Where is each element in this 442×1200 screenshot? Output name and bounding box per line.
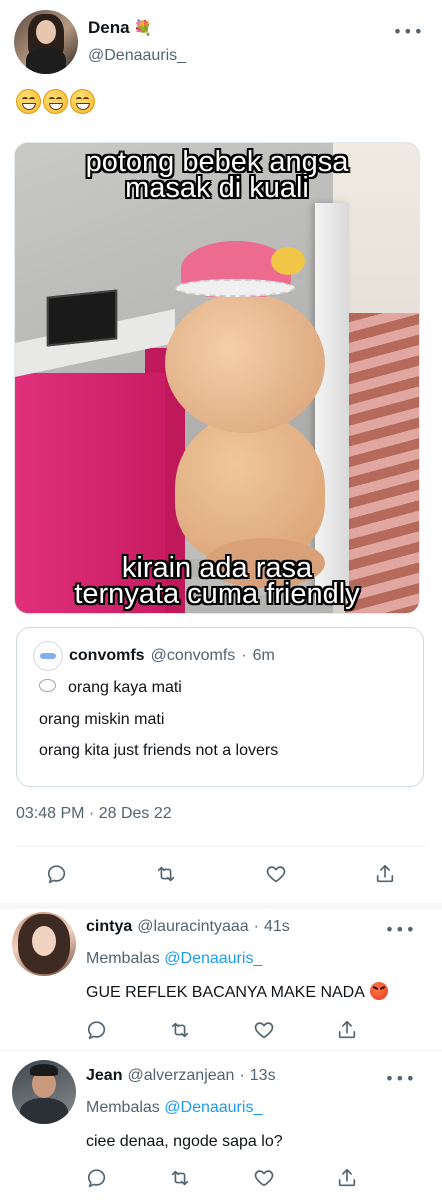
thought-bubble-icon [39,679,56,693]
reply-author-name[interactable]: Jean [86,1067,122,1085]
more-options-icon[interactable]: ••• [385,922,416,938]
share-icon[interactable] [334,1165,360,1191]
reply-tweet[interactable]: Jean @alverzanjean · 13s ••• Membalas @D… [0,1051,442,1200]
reply-icon[interactable] [44,861,70,887]
quoted-tweet[interactable]: convomfs @convomfs · 6m orang kaya mati … [16,627,424,787]
reply-author-handle[interactable]: @lauracintyaaa [137,918,248,936]
like-icon[interactable] [251,1165,277,1191]
reply-icon[interactable] [84,1017,110,1043]
meme-caption-bottom: kirain ada rasa ternyata cuma friendly [74,552,360,610]
reply-tweet[interactable]: cintya @lauracintyaaa · 41s ••• Membalas… [0,909,442,1049]
author-name-line[interactable]: Dena 💐 [88,18,152,38]
like-icon[interactable] [263,861,289,887]
retweet-icon[interactable] [167,1165,193,1191]
separator-dot: · [239,1067,245,1084]
reply-author-avatar[interactable] [12,912,76,976]
reply-time[interactable]: 41s [264,918,290,936]
tweet-actions [44,861,398,887]
angry-face-icon [370,982,389,1000]
retweet-icon[interactable] [153,861,179,887]
tweet-header: Dena 💐 @Denaauris_ ••• [14,10,428,76]
quoted-tweet-header: convomfs @convomfs · 6m [33,641,275,671]
quoted-line: orang kita just friends not a lovers [39,742,279,759]
reply-author-avatar[interactable] [12,1060,76,1124]
bouquet-icon: 💐 [133,19,153,37]
retweet-icon[interactable] [167,1017,193,1043]
quoted-author-handle: @convomfs [150,647,236,664]
tweet-text [16,89,95,114]
more-options-icon[interactable]: ••• [385,1071,416,1087]
reply-text: GUE REFLEK BACANYA MAKE NADA [86,982,389,1002]
reply-text: ciee denaa, ngode sapa lo? [86,1133,283,1150]
reply-author-handle[interactable]: @alverzanjean [127,1067,234,1085]
meme-caption-top: potong bebek angsa masak di kuali [85,146,349,204]
share-icon[interactable] [334,1017,360,1043]
quoted-line: orang miskin mati [39,711,165,728]
reply-actions [84,1165,360,1191]
reply-header: cintya @lauracintyaaa · 41s [86,918,290,936]
reply-header: Jean @alverzanjean · 13s [86,1067,276,1085]
sign-board [46,289,118,347]
author-avatar[interactable] [14,10,78,74]
mention-link[interactable]: @Denaauris_ [164,1099,262,1116]
reply-author-name[interactable]: cintya [86,918,132,936]
plush-bear [165,293,325,433]
reply-icon[interactable] [84,1165,110,1191]
quoted-line: orang kaya mati [39,679,182,697]
separator-dot: · [241,647,247,664]
replying-to: Membalas @Denaauris_ [86,1099,263,1116]
grinning-face-icon [43,89,68,114]
mention-link[interactable]: @Denaauris_ [164,950,262,967]
quoted-author-avatar [33,641,63,671]
tweet-image[interactable]: potong bebek angsa masak di kuali kirain … [14,142,420,614]
share-icon[interactable] [372,861,398,887]
quoted-time: 6m [252,647,275,664]
reply-actions [84,1017,360,1043]
tweet-timestamp[interactable]: 03:48 PM · 28 Des 22 [16,805,172,823]
replying-to: Membalas @Denaauris_ [86,950,263,967]
author-handle[interactable]: @Denaauris_ [88,47,186,65]
reply-time[interactable]: 13s [250,1067,276,1085]
grinning-face-icon [16,89,41,114]
more-options-icon[interactable]: ••• [393,24,424,40]
grinning-face-icon [70,89,95,114]
like-icon[interactable] [251,1017,277,1043]
quoted-author-name: convomfs [69,647,145,664]
author-name[interactable]: Dena [88,18,130,38]
divider [16,846,426,847]
separator-dot: · [253,918,259,935]
